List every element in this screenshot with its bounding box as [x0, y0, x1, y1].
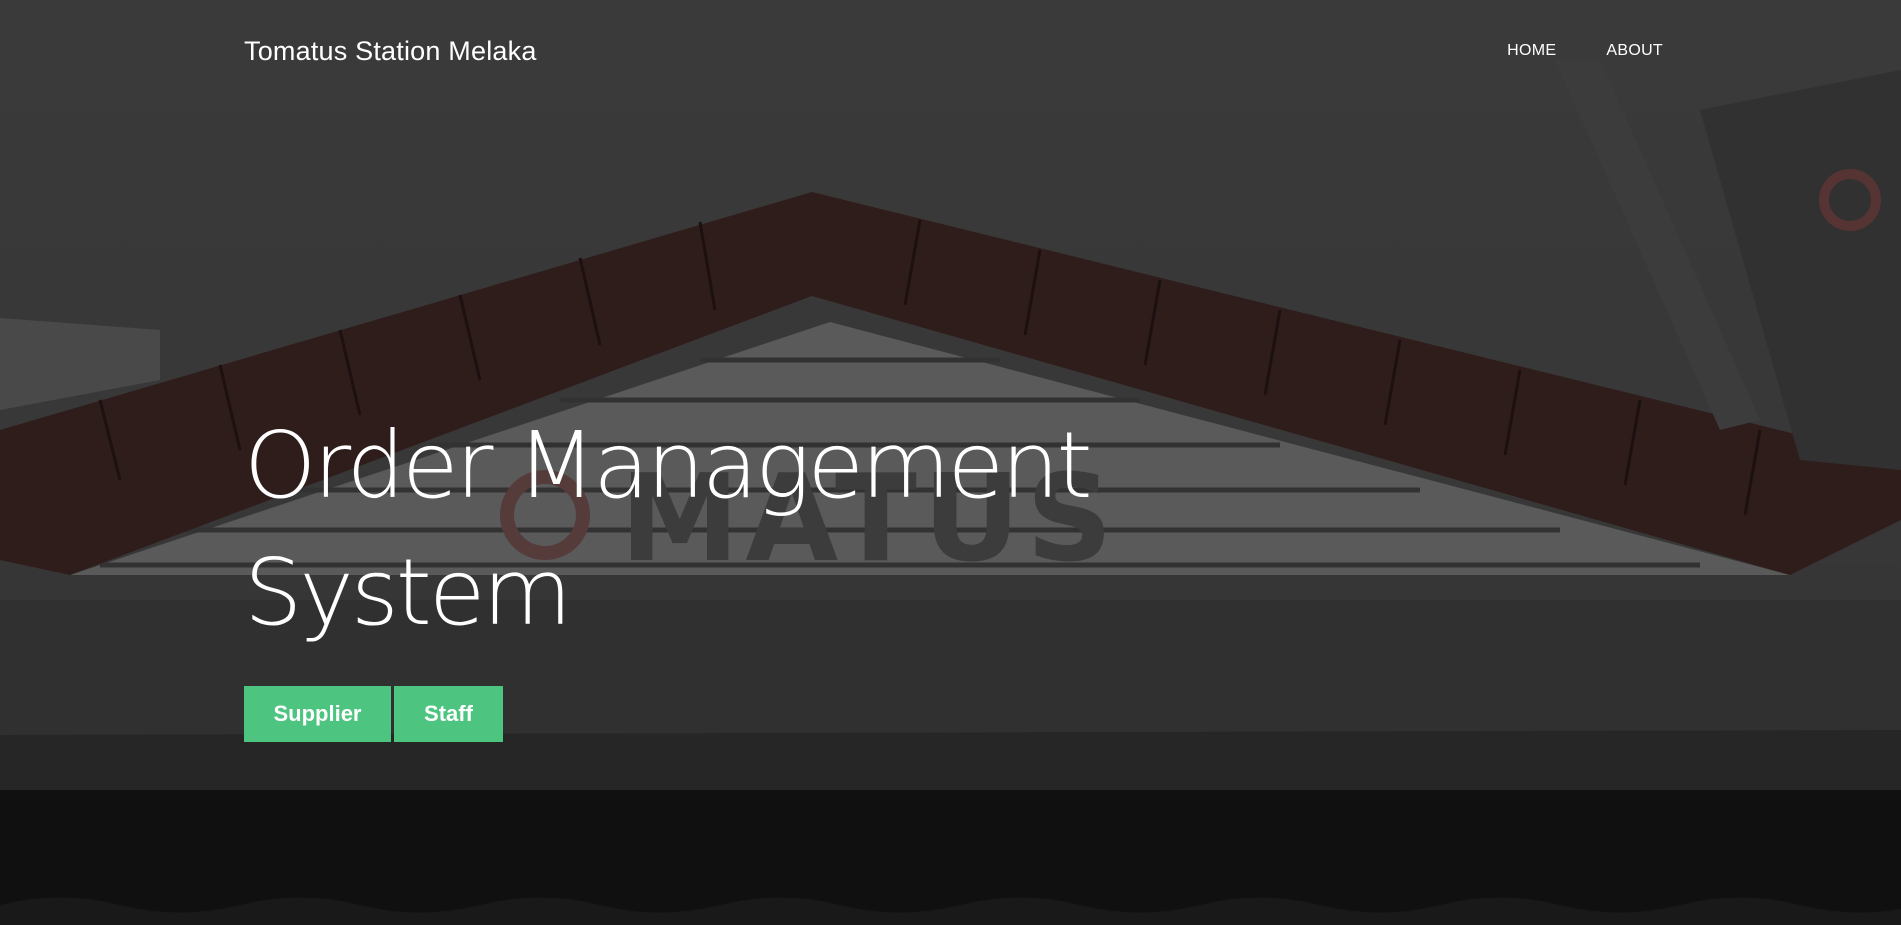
page-title-line-1: Order Management	[244, 412, 1093, 519]
page-title: Order Management System	[244, 402, 1144, 656]
nav-link-about[interactable]: ABOUT	[1606, 42, 1663, 60]
staff-button[interactable]: Staff	[394, 686, 503, 742]
nav-links: HOME ABOUT	[1507, 42, 1663, 60]
action-buttons: Supplier Staff	[244, 686, 503, 742]
navbar: Tomatus Station Melaka HOME ABOUT	[0, 0, 1901, 106]
supplier-button[interactable]: Supplier	[244, 686, 391, 742]
brand-link[interactable]: Tomatus Station Melaka	[244, 36, 537, 67]
hero-section: MATUS Tomatus Station Melaka HOME ABOUT …	[0, 0, 1901, 925]
nav-link-home[interactable]: HOME	[1507, 42, 1556, 60]
page-title-line-2: System	[244, 539, 572, 646]
